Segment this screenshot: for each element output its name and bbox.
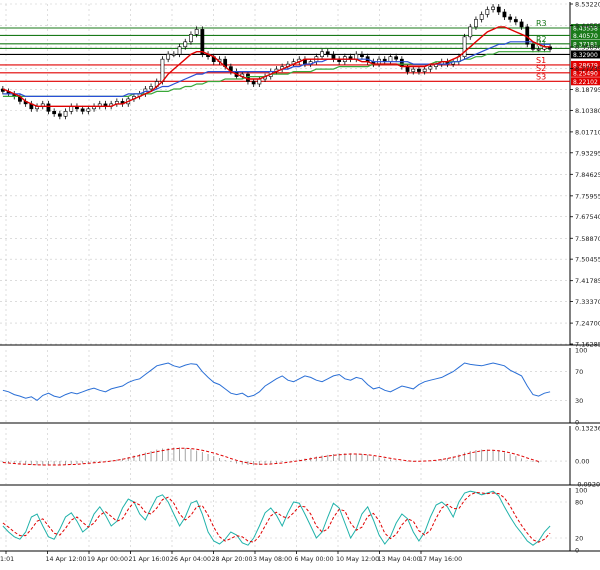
x-tick-label: 1:01	[0, 556, 14, 563]
candle-body	[320, 51, 324, 57]
candle-body	[177, 46, 182, 55]
pivot-level-value: 8.22102	[573, 79, 598, 86]
candle-body	[57, 113, 62, 117]
x-tick-label: 26 Apr 04:00	[170, 556, 211, 563]
x-tick-label: 14 Apr 12:00	[46, 556, 87, 563]
price-y-tick-label: 8.35890	[575, 44, 600, 52]
price-y-tick-label: 7.50455	[575, 256, 600, 264]
candle-body	[251, 81, 256, 85]
candle-body	[405, 66, 410, 72]
candle-body	[422, 68, 427, 72]
candle-body	[388, 56, 393, 62]
candle-body	[531, 43, 535, 50]
candle-body	[462, 36, 467, 57]
candle-body	[325, 51, 330, 55]
price-y-tick-label: 8.44555	[575, 22, 600, 30]
candle-body	[474, 19, 478, 28]
candle-body	[417, 68, 421, 72]
candle-body	[479, 14, 484, 20]
price-y-tick-label: 7.67540	[575, 213, 600, 221]
candle-body	[80, 108, 85, 112]
rsi-y-tick-label: 70	[575, 368, 583, 376]
candle-body	[468, 26, 473, 38]
candle-body	[183, 41, 188, 48]
pivot-level-value: 8.40570	[573, 33, 598, 40]
candle-body	[513, 19, 518, 23]
x-tick-label: 6 May 00:00	[295, 556, 334, 563]
macd-y-tick-label: 0.00	[575, 458, 589, 466]
candle-body	[536, 48, 541, 51]
price-y-tick-label: 7.41785	[575, 277, 600, 285]
candle-body	[257, 78, 262, 85]
candle-body	[360, 53, 364, 57]
x-tick-label: 17 May 16:00	[419, 556, 462, 563]
x-tick-label: 21 Apr 16:00	[129, 556, 170, 563]
price-y-tick-label: 7.24700	[575, 320, 600, 328]
candle-body	[149, 86, 153, 90]
candle-body	[63, 111, 68, 117]
candle-body	[491, 6, 495, 10]
candle-body	[69, 106, 74, 112]
candle-body	[496, 6, 501, 13]
rsi-y-tick-label: 30	[575, 397, 583, 405]
price-y-tick-label: 8.01710	[575, 128, 600, 136]
price-y-tick-label: 7.33370	[575, 298, 600, 306]
stochastic-y-tick-label: 0	[575, 547, 579, 555]
candle-body	[354, 53, 359, 60]
candle-body	[485, 9, 490, 15]
x-tick-label: 19 Apr 00:00	[87, 556, 128, 563]
pivot-level-name: S3	[536, 72, 546, 81]
macd-y-tick-label: 0.132363	[575, 425, 600, 433]
price-y-tick-label: 7.93295	[575, 149, 600, 157]
candle-body	[194, 29, 199, 35]
price-y-tick-label: 8.10380	[575, 107, 600, 115]
chart-background	[0, 0, 600, 566]
candle-body	[189, 34, 193, 43]
candle-body	[52, 111, 57, 115]
stochastic-y-tick-label: 20	[575, 535, 583, 543]
candle-body	[171, 53, 176, 56]
candle-body	[200, 29, 205, 55]
price-y-tick-label: 8.53220	[575, 1, 600, 9]
price-y-tick-label: 8.18795	[575, 86, 600, 94]
candle-body	[331, 53, 336, 60]
price-y-tick-label: 7.84625	[575, 171, 600, 179]
candle-body	[86, 108, 91, 112]
pivot-level-value: 8.32900	[573, 52, 598, 59]
chart-root: R3 8.43558 8.40570 R2 8.37181 R1 8.32900 S1 8.28…	[0, 0, 600, 566]
x-tick-label: 28 Apr 20:00	[212, 556, 253, 563]
price-y-tick-label: 8.27235	[575, 65, 600, 73]
candle-body	[394, 56, 399, 60]
price-y-tick-label: 7.16285	[575, 341, 600, 349]
pivot-level-name: R3	[536, 19, 547, 28]
candle-body	[508, 16, 513, 20]
candle-body	[519, 21, 524, 28]
x-tick-label: 3 May 08:00	[253, 556, 292, 563]
candle-body	[428, 66, 433, 70]
x-tick-label: 13 May 04:00	[378, 556, 421, 563]
candle-body	[502, 11, 507, 18]
candle-body	[411, 68, 416, 72]
candle-body	[46, 103, 51, 112]
x-tick-label: 10 May 12:00	[336, 556, 379, 563]
chart-svg: R38.435588.40570R28.37181R18.32900S18.28…	[0, 0, 600, 566]
candle-body	[160, 58, 165, 82]
stochastic-y-tick-label: 80	[575, 499, 583, 507]
candle-body	[166, 53, 171, 60]
price-y-tick-label: 7.58870	[575, 235, 600, 243]
stochastic-y-tick-label: 100	[575, 487, 587, 495]
price-y-tick-label: 7.75955	[575, 192, 600, 200]
